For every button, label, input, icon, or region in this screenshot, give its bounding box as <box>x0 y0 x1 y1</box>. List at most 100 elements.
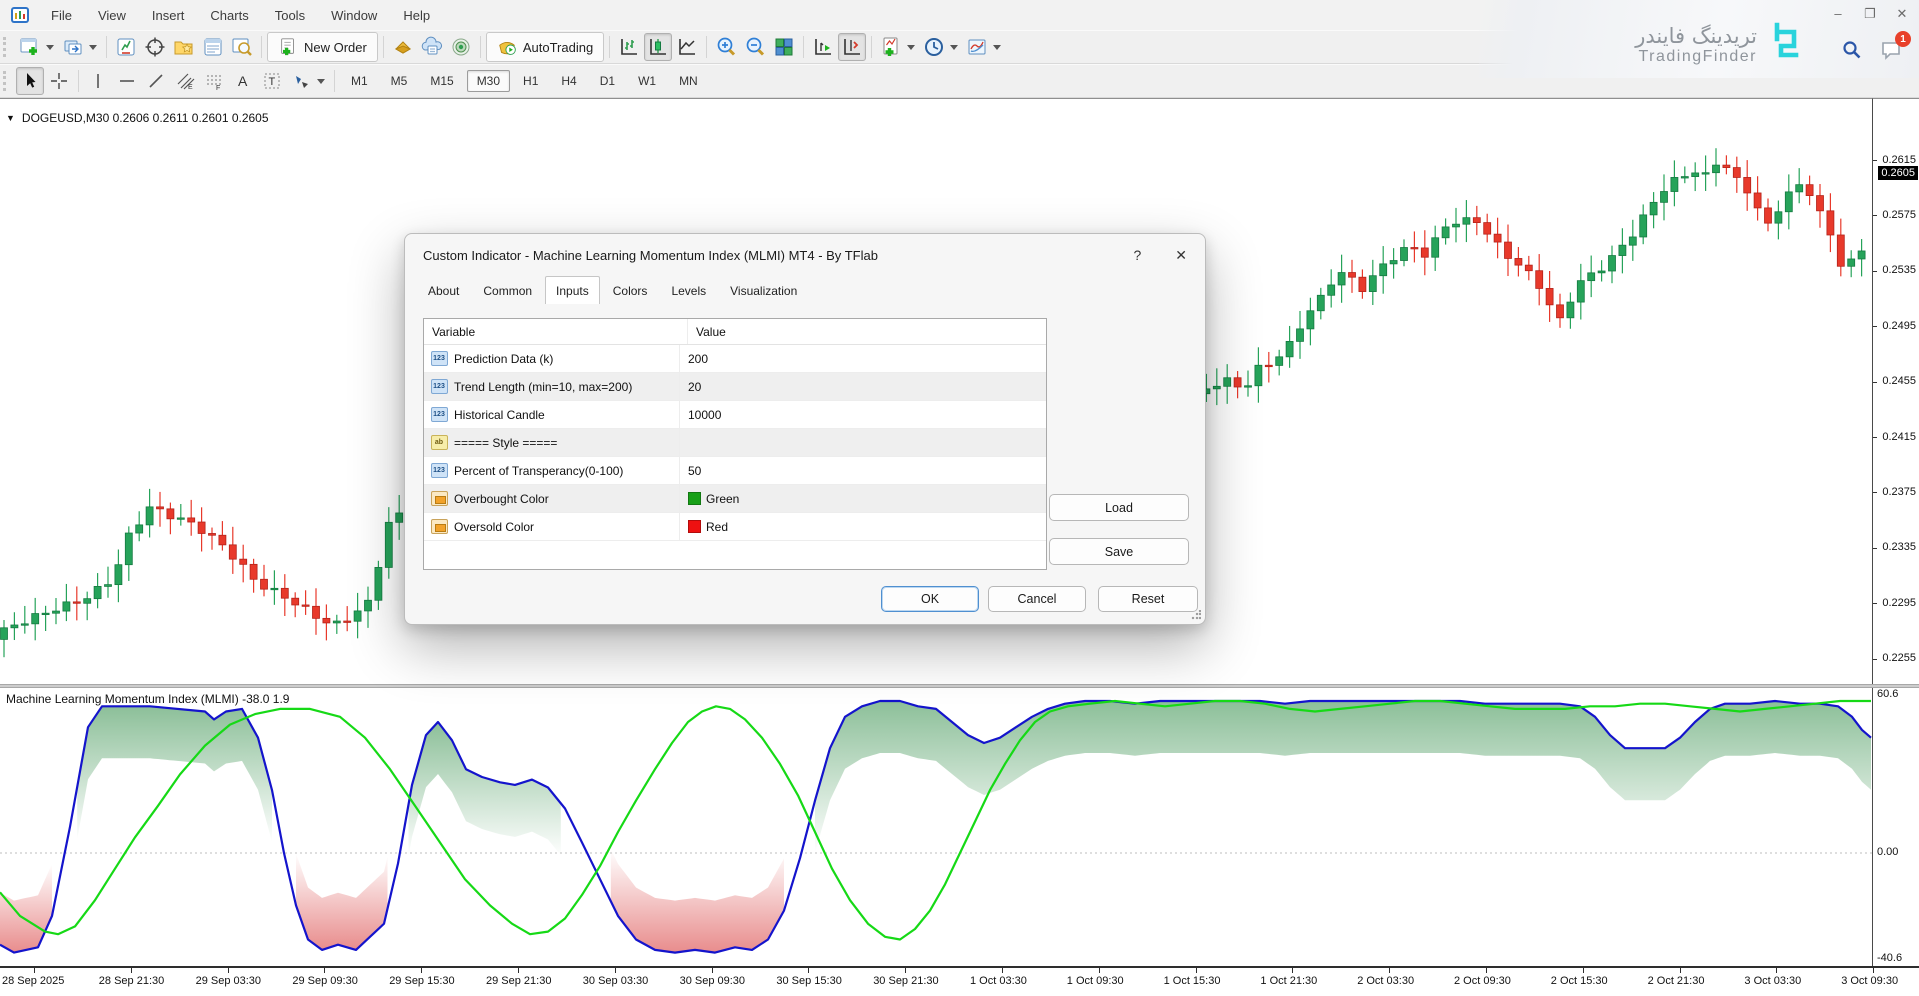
close-button[interactable]: ✕ <box>1893 6 1911 22</box>
tab-visualization[interactable]: Visualization <box>719 278 808 306</box>
menu-help[interactable]: Help <box>390 6 443 25</box>
menu-view[interactable]: View <box>85 6 139 25</box>
table-row[interactable]: 123Percent of Transperancy(0-100)50 <box>424 457 1046 485</box>
search-icon[interactable] <box>1841 39 1863 66</box>
tab-inputs[interactable]: Inputs <box>545 276 600 304</box>
market-icon[interactable] <box>389 33 417 61</box>
parameter-value-text: 20 <box>688 380 701 394</box>
table-row[interactable]: 123Trend Length (min=10, max=200)20 <box>424 373 1046 401</box>
table-row[interactable]: 123Prediction Data (k)200 <box>424 345 1046 373</box>
zoom-out-icon[interactable] <box>741 33 769 61</box>
timeframe-m15[interactable]: M15 <box>420 70 463 92</box>
menu-window[interactable]: Window <box>318 6 390 25</box>
signals-icon[interactable] <box>447 33 475 61</box>
cursor-tool[interactable] <box>16 67 44 95</box>
equidistant-channel-tool[interactable]: E <box>171 67 199 95</box>
periods-dropdown[interactable] <box>950 45 958 50</box>
arrows-dropdown[interactable] <box>317 79 325 84</box>
tab-levels[interactable]: Levels <box>660 278 717 306</box>
indicator-canvas[interactable] <box>0 688 1872 966</box>
timeframe-m30[interactable]: M30 <box>467 70 510 92</box>
tab-about[interactable]: About <box>417 278 470 306</box>
table-row[interactable]: ab===== Style ===== <box>424 429 1046 457</box>
bar-chart-icon[interactable] <box>615 33 643 61</box>
horizontal-line-tool[interactable] <box>113 67 141 95</box>
chat-icon[interactable]: 1 <box>1879 38 1903 67</box>
terminal-button[interactable] <box>199 33 227 61</box>
vertical-line-tool[interactable] <box>84 67 112 95</box>
save-button[interactable]: Save <box>1049 538 1189 565</box>
timeframe-mn[interactable]: MN <box>669 70 708 92</box>
parameter-value[interactable]: 200 <box>679 345 1046 372</box>
new-order-button[interactable]: New Order <box>267 32 378 62</box>
parameter-value[interactable]: Red <box>679 513 1046 540</box>
tab-colors[interactable]: Colors <box>602 278 659 306</box>
templates-button[interactable] <box>963 33 991 61</box>
restore-button[interactable]: ❐ <box>1861 6 1879 22</box>
data-window-button[interactable] <box>141 33 169 61</box>
dialog-help-button[interactable]: ? <box>1133 247 1141 263</box>
time-axis[interactable]: 28 Sep 202528 Sep 21:3029 Sep 03:3029 Se… <box>0 966 1919 996</box>
toolbar-drag-handle[interactable] <box>3 37 11 57</box>
price-axis[interactable]: 0.26150.25750.25350.24950.24550.24150.23… <box>1872 98 1919 684</box>
timeframe-m1[interactable]: M1 <box>341 70 378 92</box>
fibonacci-tool[interactable]: F <box>200 67 228 95</box>
minimize-button[interactable]: – <box>1829 6 1847 22</box>
profiles-dropdown[interactable] <box>89 45 97 50</box>
table-row[interactable]: Overbought ColorGreen <box>424 485 1046 513</box>
zoom-in-icon[interactable] <box>712 33 740 61</box>
strategy-tester-button[interactable] <box>228 33 256 61</box>
menu-file[interactable]: File <box>38 6 85 25</box>
indicators-dropdown[interactable] <box>907 45 915 50</box>
parameter-value[interactable]: 50 <box>679 457 1046 484</box>
load-button[interactable]: Load <box>1049 494 1189 521</box>
navigator-button[interactable] <box>170 33 198 61</box>
auto-scroll-icon[interactable] <box>809 33 837 61</box>
line-chart-icon[interactable] <box>673 33 701 61</box>
table-row[interactable]: Oversold ColorRed <box>424 513 1046 541</box>
market-watch-button[interactable] <box>112 33 140 61</box>
new-chart-dropdown[interactable] <box>46 45 54 50</box>
metaeditor-icon[interactable] <box>418 33 446 61</box>
chart-dropdown-icon[interactable]: ▼ <box>6 113 15 123</box>
profiles-button[interactable] <box>59 33 87 61</box>
timeframe-h1[interactable]: H1 <box>513 70 548 92</box>
chart-shift-icon[interactable] <box>838 33 866 61</box>
toolbar-drag-handle[interactable] <box>3 71 11 91</box>
table-row[interactable]: 123Historical Candle10000 <box>424 401 1046 429</box>
reset-button[interactable]: Reset <box>1098 586 1198 612</box>
parameter-value[interactable]: 20 <box>679 373 1046 400</box>
dialog-title-bar[interactable]: Custom Indicator - Machine Learning Mome… <box>405 234 1205 276</box>
menu-charts[interactable]: Charts <box>197 6 261 25</box>
inputs-table[interactable]: Variable Value 123Prediction Data (k)200… <box>423 318 1047 570</box>
crosshair-tool[interactable] <box>45 67 73 95</box>
panel-splitter[interactable] <box>0 684 1919 688</box>
parameter-value[interactable] <box>679 429 1046 456</box>
ok-button[interactable]: OK <box>881 586 979 612</box>
arrows-tool[interactable] <box>287 67 315 95</box>
indicators-button[interactable] <box>877 33 905 61</box>
timeframe-d1[interactable]: D1 <box>590 70 625 92</box>
parameter-value[interactable]: Green <box>679 485 1046 512</box>
tab-common[interactable]: Common <box>472 278 543 306</box>
tile-windows-icon[interactable] <box>770 33 798 61</box>
candlestick-chart-icon[interactable] <box>644 33 672 61</box>
new-chart-button[interactable] <box>16 33 44 61</box>
price-axis-label: 0.2415 <box>1882 431 1916 443</box>
timeframe-w1[interactable]: W1 <box>628 70 666 92</box>
cancel-button[interactable]: Cancel <box>988 586 1086 612</box>
periods-button[interactable] <box>920 33 948 61</box>
timeframe-h4[interactable]: H4 <box>551 70 586 92</box>
text-tool[interactable]: A <box>229 67 257 95</box>
templates-dropdown[interactable] <box>993 45 1001 50</box>
menu-tools[interactable]: Tools <box>262 6 318 25</box>
autotrading-button[interactable]: AutoTrading <box>486 32 604 62</box>
dialog-resize-grip[interactable] <box>1191 610 1201 620</box>
trendline-tool[interactable] <box>142 67 170 95</box>
indicator-axis[interactable]: 60.60.00-40.6 <box>1872 688 1919 966</box>
dialog-close-button[interactable]: ✕ <box>1175 247 1187 264</box>
menu-insert[interactable]: Insert <box>139 6 198 25</box>
text-label-tool[interactable]: T <box>258 67 286 95</box>
parameter-value[interactable]: 10000 <box>679 401 1046 428</box>
timeframe-m5[interactable]: M5 <box>381 70 418 92</box>
